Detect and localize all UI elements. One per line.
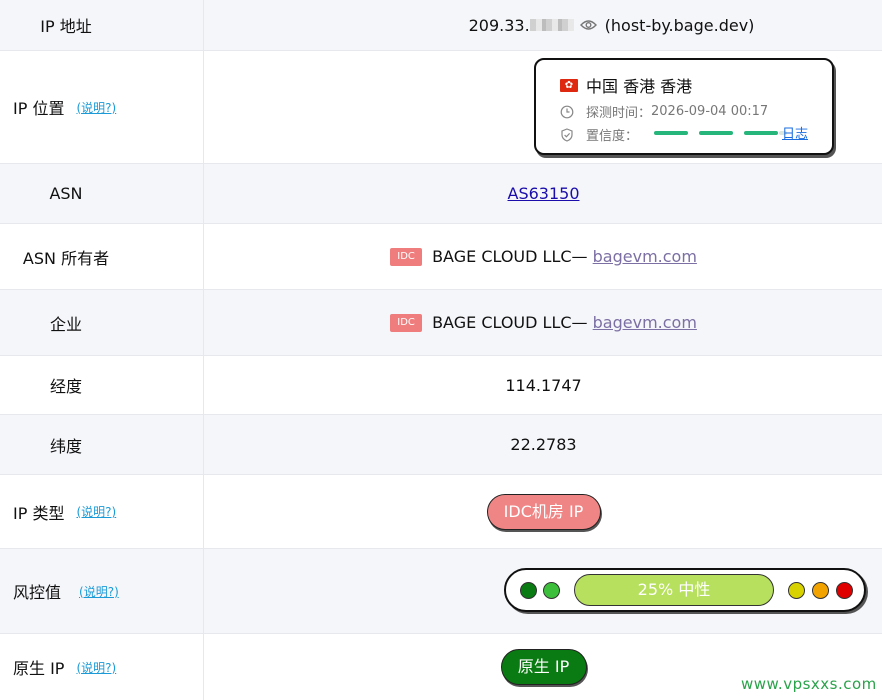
- explain-link[interactable]: (说明?): [76, 659, 116, 676]
- owner-domain-link[interactable]: bagevm.com: [593, 247, 697, 266]
- label-cell: 风控值 (说明?): [0, 549, 204, 633]
- company-domain-link[interactable]: bagevm.com: [593, 313, 697, 332]
- clock-icon: [560, 105, 574, 119]
- latitude-label: 纬度: [49, 436, 82, 456]
- ip-address-value: 209.33. (host-by.bage.dev): [205, 0, 882, 50]
- confidence-segment: [654, 131, 688, 135]
- confidence-line: 置信度：: [560, 125, 638, 144]
- detect-time-value: 2026-09-04 00:17: [651, 104, 769, 119]
- row-ip-type: IP 类型 (说明?) IDC机房 IP: [0, 475, 882, 549]
- detect-time-line: 探测时间： 2026-09-04 00:17: [560, 102, 768, 121]
- native-ip-label: 原生 IP: [13, 659, 65, 678]
- risk-score-bar: 25% 中性: [574, 574, 774, 606]
- label-cell: 企业: [0, 290, 204, 355]
- risk-dot-yellow: [788, 582, 805, 599]
- confidence-segment: [744, 131, 778, 135]
- risk-dot-dark-green: [520, 582, 537, 599]
- explain-link[interactable]: (说明?): [76, 99, 116, 116]
- confidence-label: 置信度：: [586, 129, 639, 144]
- label-cell: 纬度: [0, 415, 204, 474]
- row-ip-address: IP 地址 209.33. (host-by.bage.dev): [0, 0, 882, 51]
- row-company: 企业 IDC BAGE CLOUD LLC— bagevm.com: [0, 290, 882, 356]
- asn-value-cell: AS63150: [205, 164, 882, 223]
- shield-check-icon: [560, 127, 574, 142]
- label-cell: IP 位置 (说明?): [0, 51, 204, 163]
- location-card: ✿ 中国 香港 香港 探测时间： 2026-09-04 00:17 置信度： 日…: [534, 58, 834, 155]
- longitude-label: 经度: [49, 377, 82, 396]
- hk-flag-icon: ✿: [560, 78, 578, 92]
- latitude-value: 22.2783: [510, 435, 577, 454]
- ip-prefix: 209.33.: [468, 15, 530, 35]
- owner-name-text: BAGE CLOUD LLC—: [432, 247, 588, 266]
- company-name: BAGE CLOUD LLC— bagevm.com: [432, 313, 697, 332]
- eye-icon[interactable]: [579, 16, 597, 35]
- label-cell: IP 类型 (说明?): [0, 475, 204, 548]
- label-cell: 原生 IP (说明?): [0, 634, 204, 700]
- row-latitude: 纬度 22.2783: [0, 415, 882, 475]
- company-value: IDC BAGE CLOUD LLC— bagevm.com: [205, 290, 882, 355]
- risk-meter: 25% 中性: [504, 568, 866, 612]
- log-link[interactable]: 日志: [782, 123, 808, 142]
- ip-location-label: IP 位置: [13, 99, 65, 118]
- risk-dot-orange: [812, 582, 829, 599]
- idc-badge: IDC: [390, 247, 423, 266]
- watermark: www.vpsxxs.com: [741, 675, 877, 693]
- row-asn-owner: ASN 所有者 IDC BAGE CLOUD LLC— bagevm.com: [0, 224, 882, 290]
- ip-type-badge: IDC机房 IP: [486, 493, 601, 530]
- risk-dot-green: [543, 582, 560, 599]
- asn-owner-name: BAGE CLOUD LLC— bagevm.com: [432, 247, 697, 266]
- company-name-text: BAGE CLOUD LLC—: [432, 313, 588, 332]
- confidence-bar: [654, 131, 787, 135]
- ip-type-label: IP 类型: [13, 503, 65, 523]
- asn-owner-label: ASN 所有者: [22, 248, 110, 268]
- company-label: 企业: [49, 314, 82, 334]
- location-place: ✿ 中国 香港 香港: [560, 73, 692, 97]
- label-cell: ASN: [0, 164, 204, 223]
- label-cell: IP 地址: [0, 0, 204, 50]
- location-place-text: 中国 香港 香港: [586, 77, 693, 96]
- asn-owner-value: IDC BAGE CLOUD LLC— bagevm.com: [205, 224, 882, 289]
- explain-link[interactable]: (说明?): [79, 583, 119, 600]
- label-cell: 经度: [0, 356, 204, 414]
- ip-masked-part: [529, 19, 574, 31]
- idc-badge: IDC: [390, 313, 423, 332]
- label-cell: ASN 所有者: [0, 224, 204, 289]
- asn-label: ASN: [49, 184, 83, 203]
- row-asn: ASN AS63150: [0, 164, 882, 224]
- ip-host: (host-by.bage.dev): [604, 15, 755, 35]
- asn-link[interactable]: AS63150: [508, 184, 580, 203]
- risk-label: 风控值: [13, 583, 62, 602]
- confidence-segment: [699, 131, 733, 135]
- ip-address-label: IP 地址: [40, 17, 92, 36]
- explain-link[interactable]: (说明?): [76, 503, 116, 520]
- risk-dot-red: [836, 582, 853, 599]
- detect-time-label: 探测时间：: [586, 106, 652, 121]
- longitude-value: 114.1747: [505, 375, 582, 395]
- ip-type-value-cell: IDC机房 IP: [205, 475, 882, 548]
- native-ip-badge: 原生 IP: [500, 649, 587, 685]
- row-longitude: 经度 114.1747: [0, 356, 882, 415]
